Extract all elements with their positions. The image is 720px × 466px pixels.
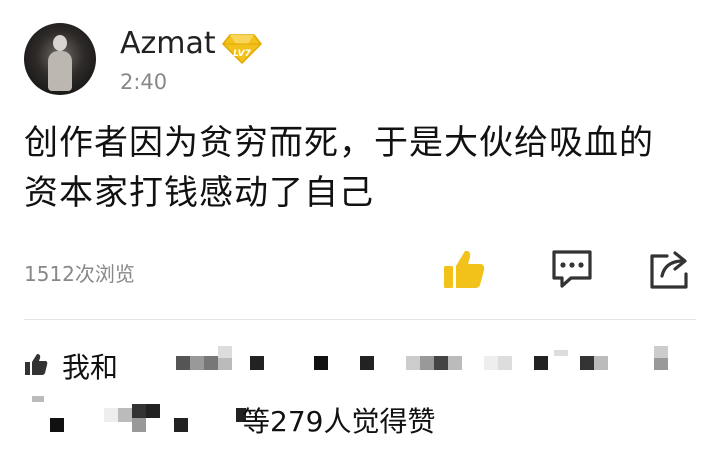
level-badge-icon: LV7	[222, 34, 262, 64]
post-text: 创作者因为贫穷而死，于是大伙给吸血的资本家打钱感动了自己	[24, 123, 654, 213]
post-time: 2:40	[120, 70, 168, 94]
comment-icon	[552, 250, 592, 288]
share-button[interactable]	[647, 246, 693, 292]
divider	[24, 319, 696, 320]
likers-row[interactable]: 我和 等279人觉得赞	[24, 346, 696, 456]
username[interactable]: Azmat	[120, 26, 216, 61]
like-button[interactable]	[441, 246, 487, 292]
avatar[interactable]	[24, 23, 96, 95]
comment-button[interactable]	[549, 246, 595, 292]
view-count: 1512次浏览	[24, 262, 135, 286]
likers-suffix: 等279人觉得赞	[242, 405, 436, 438]
thumbs-up-icon	[444, 250, 485, 288]
level-badge-text: LV7	[233, 49, 251, 59]
share-icon	[650, 251, 688, 289]
